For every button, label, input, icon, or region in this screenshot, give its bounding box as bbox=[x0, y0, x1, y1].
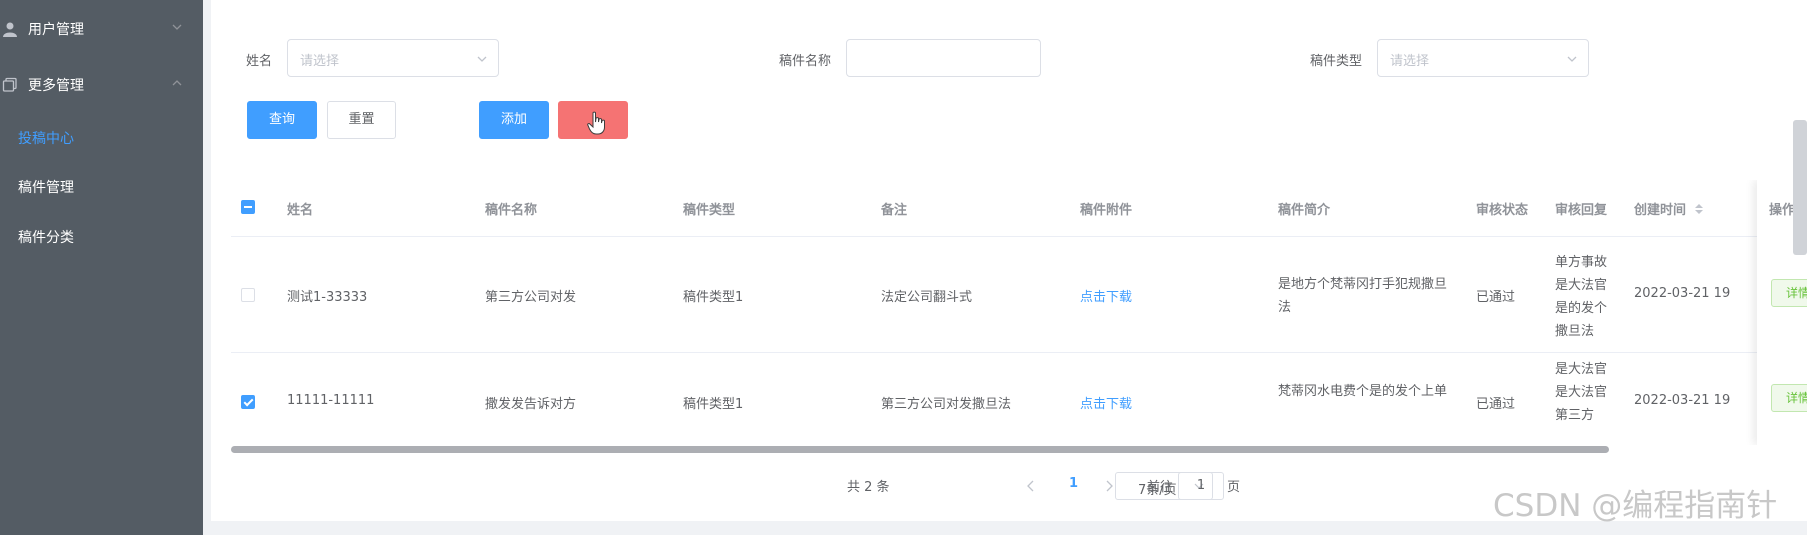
sort-icon[interactable] bbox=[1694, 203, 1704, 215]
copy-icon bbox=[2, 77, 17, 92]
chevron-up-icon bbox=[172, 80, 182, 86]
page-suffix: 页 bbox=[1227, 480, 1241, 495]
column-header-actions: 操作 bbox=[1769, 203, 1796, 218]
type-select[interactable]: 请选择 bbox=[1377, 39, 1589, 77]
reset-button[interactable]: 重置 bbox=[327, 101, 396, 139]
column-header-remark: 备注 bbox=[881, 203, 908, 218]
type-filter-label: 稿件类型 bbox=[1310, 54, 1363, 69]
type-select-placeholder: 请选择 bbox=[1390, 54, 1430, 69]
sidebar-item-manuscript-management[interactable]: 稿件管理 bbox=[18, 177, 74, 197]
cell-title: 撒发发告诉对方 bbox=[485, 397, 577, 412]
goto-page-input[interactable]: 1 bbox=[1178, 472, 1224, 500]
cell-intro: 是地方个梵蒂冈打手犯规撒旦法 bbox=[1278, 277, 1448, 315]
chevron-down-icon bbox=[1567, 56, 1577, 62]
column-header-title: 稿件名称 bbox=[485, 203, 538, 218]
cell-type: 稿件类型1 bbox=[683, 290, 744, 305]
user-icon bbox=[3, 22, 17, 37]
title-filter-label: 稿件名称 bbox=[779, 54, 832, 69]
column-header-created[interactable]: 创建时间 bbox=[1634, 199, 1704, 218]
title-input[interactable] bbox=[846, 39, 1041, 77]
cell-name: 测试1-33333 bbox=[287, 290, 368, 305]
cell-created: 2022-03-21 19 bbox=[1634, 393, 1731, 408]
column-header-intro: 稿件简介 bbox=[1278, 203, 1331, 218]
column-header-reply: 审核回复 bbox=[1555, 203, 1608, 218]
next-page-icon[interactable] bbox=[1104, 480, 1114, 492]
page-number-current[interactable]: 1 bbox=[1069, 476, 1078, 491]
cell-reply: 是大法官是大法官第三方 bbox=[1555, 362, 1608, 423]
prev-page-icon[interactable] bbox=[1026, 480, 1036, 492]
main-panel: 姓名 请选择 稿件名称 稿件类型 请选择 查询 重置 添加 姓名 稿件名称 稿件… bbox=[211, 0, 1807, 521]
detail-button[interactable]: 详情 bbox=[1771, 384, 1807, 412]
sidebar-item-manuscript-category[interactable]: 稿件分类 bbox=[18, 227, 74, 247]
download-link[interactable]: 点击下载 bbox=[1080, 393, 1132, 412]
add-button[interactable]: 添加 bbox=[479, 101, 549, 139]
table-row: 测试1-33333 第三方公司对发 稿件类型1 法定公司翻斗式 点击下载 是地方… bbox=[231, 237, 1807, 353]
menu-user-management-label: 用户管理 bbox=[28, 22, 84, 38]
sidebar: 用户管理 更多管理 投稿中心 稿件管理 稿件分类 bbox=[0, 0, 203, 535]
column-header-created-label: 创建时间 bbox=[1634, 203, 1687, 218]
manuscript-table: 姓名 稿件名称 稿件类型 备注 稿件附件 稿件简介 审核状态 审核回复 创建时间… bbox=[231, 180, 1807, 445]
cell-reply: 单方事故是大法官是的发个撒旦法 bbox=[1555, 255, 1608, 339]
table-row: 11111-11111 撒发发告诉对方 稿件类型1 第三方公司对发撒旦法 点击下… bbox=[231, 353, 1807, 445]
cell-remark: 法定公司翻斗式 bbox=[881, 290, 973, 305]
cell-remark: 第三方公司对发撒旦法 bbox=[881, 397, 1012, 412]
hand-pointer-icon bbox=[587, 111, 605, 135]
column-header-status: 审核状态 bbox=[1476, 203, 1529, 218]
cell-name: 11111-11111 bbox=[287, 393, 375, 408]
cell-title: 第三方公司对发 bbox=[485, 290, 577, 305]
cell-intro: 梵蒂冈水电费个是的发个上单 bbox=[1278, 384, 1448, 399]
menu-more-management[interactable]: 更多管理 bbox=[0, 56, 203, 112]
delete-button[interactable] bbox=[558, 101, 628, 139]
name-select[interactable]: 请选择 bbox=[287, 39, 499, 77]
column-header-attachment: 稿件附件 bbox=[1080, 203, 1133, 218]
sidebar-item-submission-center[interactable]: 投稿中心 bbox=[18, 128, 74, 148]
cell-type: 稿件类型1 bbox=[683, 397, 744, 412]
detail-button[interactable]: 详情 bbox=[1771, 279, 1807, 307]
menu-more-management-label: 更多管理 bbox=[28, 78, 84, 94]
cell-status: 已通过 bbox=[1476, 290, 1516, 305]
row-checkbox[interactable] bbox=[241, 395, 255, 409]
horizontal-scrollbar[interactable] bbox=[231, 446, 1609, 453]
chevron-down-icon bbox=[477, 56, 487, 62]
pagination-total: 共 2 条 bbox=[847, 480, 890, 495]
cell-status: 已通过 bbox=[1476, 397, 1516, 412]
goto-label: 前往 bbox=[1147, 480, 1174, 495]
name-select-placeholder: 请选择 bbox=[300, 54, 340, 69]
row-checkbox[interactable] bbox=[241, 288, 255, 302]
menu-user-management[interactable]: 用户管理 bbox=[0, 0, 203, 56]
column-header-type: 稿件类型 bbox=[683, 203, 736, 218]
watermark: CSDN @编程指南针 bbox=[1493, 488, 1778, 524]
name-filter-label: 姓名 bbox=[246, 54, 273, 69]
table-header: 姓名 稿件名称 稿件类型 备注 稿件附件 稿件简介 审核状态 审核回复 创建时间 bbox=[231, 180, 1807, 237]
column-header-name: 姓名 bbox=[287, 203, 314, 218]
select-all-checkbox[interactable] bbox=[241, 200, 255, 214]
query-button[interactable]: 查询 bbox=[247, 101, 317, 139]
download-link[interactable]: 点击下载 bbox=[1080, 286, 1132, 305]
vertical-scrollbar[interactable] bbox=[1793, 120, 1807, 255]
chevron-down-icon bbox=[172, 24, 182, 30]
cell-created: 2022-03-21 19 bbox=[1634, 286, 1731, 301]
